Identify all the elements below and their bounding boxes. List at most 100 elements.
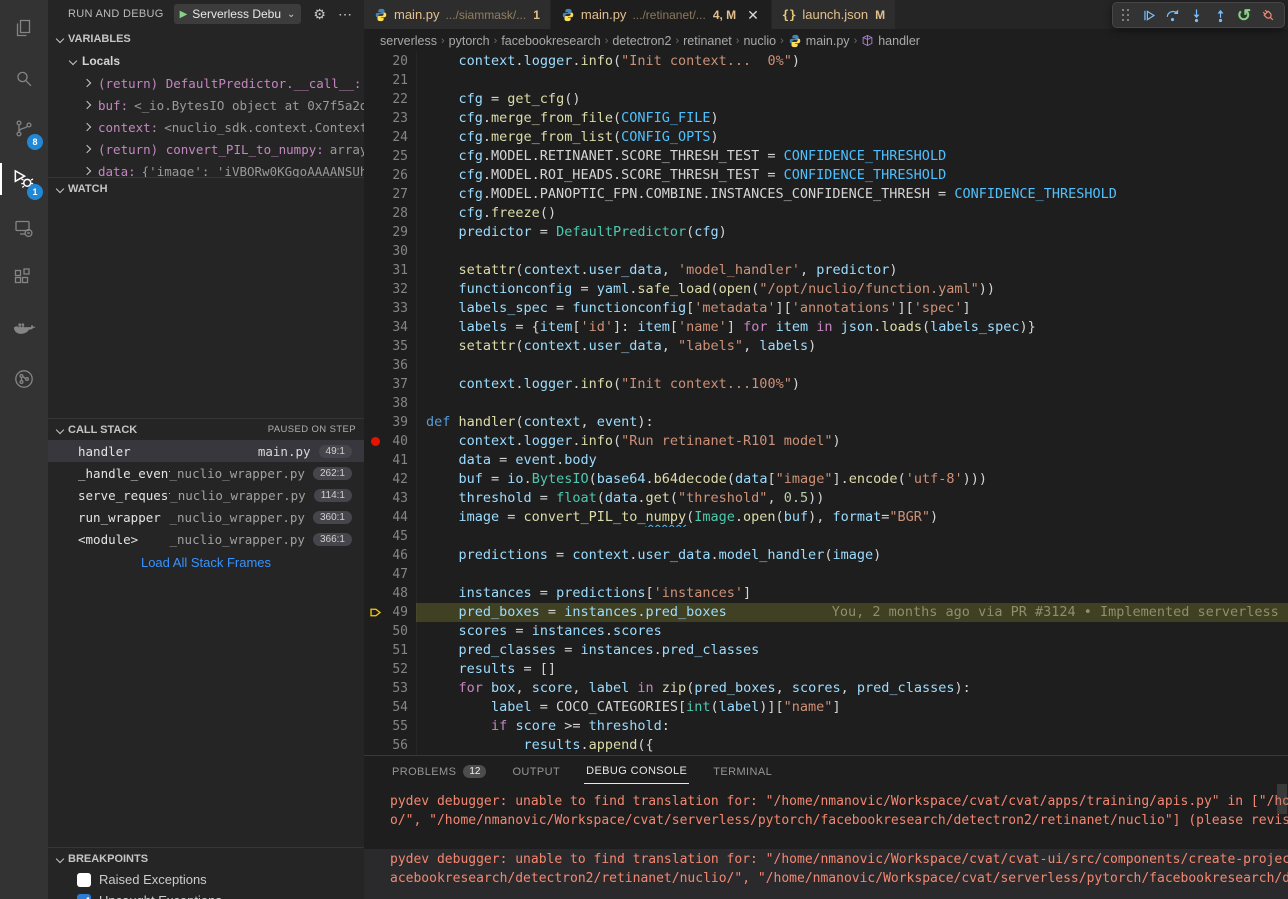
code-text[interactable]: results = [] <box>416 660 1288 679</box>
activity-item-run-and-debug[interactable]: 1 <box>0 154 48 204</box>
activity-item-remote-explorer[interactable] <box>0 204 48 254</box>
stack-frame-module[interactable]: <module>_nuclio_wrapper.py366:1 <box>48 528 364 550</box>
line-number[interactable]: 52 <box>386 660 408 679</box>
code-text[interactable]: cfg.MODEL.ROI_HEADS.SCORE_THRESH_TEST = … <box>416 166 1288 185</box>
gutter-glyph-margin[interactable] <box>364 660 386 679</box>
gutter-glyph-margin[interactable] <box>364 52 386 71</box>
line-number[interactable]: 55 <box>386 717 408 736</box>
variable-row[interactable]: (return) DefaultPredictor.__call__:{'ins… <box>48 72 364 94</box>
launch-config-dropdown[interactable]: ▶ Serverless Debu ⌄ <box>174 4 302 24</box>
code-line-29[interactable]: 29 predictor = DefaultPredictor(cfg) <box>364 223 1288 242</box>
activity-item-source-control[interactable]: 8 <box>0 104 48 154</box>
code-line-22[interactable]: 22 cfg = get_cfg() <box>364 90 1288 109</box>
code-editor[interactable]: 20 context.logger.info("Init context... … <box>364 52 1288 755</box>
code-text[interactable] <box>416 394 1288 413</box>
line-number[interactable]: 50 <box>386 622 408 641</box>
line-number[interactable]: 47 <box>386 565 408 584</box>
code-line-30[interactable]: 30 <box>364 242 1288 261</box>
variable-row[interactable]: context:<nuclio_sdk.context.Context obje… <box>48 116 364 138</box>
code-text[interactable]: predictions = context.user_data.model_ha… <box>416 546 1288 565</box>
code-text[interactable]: pred_classes = instances.pred_classes <box>416 641 1288 660</box>
more-actions-icon[interactable]: ⋯ <box>338 7 352 21</box>
code-line-36[interactable]: 36 <box>364 356 1288 375</box>
activity-item-explorer[interactable] <box>0 4 48 54</box>
gutter-glyph-margin[interactable] <box>364 546 386 565</box>
gutter-glyph-margin[interactable] <box>364 356 386 375</box>
step-into-button[interactable] <box>1184 3 1208 27</box>
stack-frame-run_wrapper[interactable]: run_wrapper_nuclio_wrapper.py360:1 <box>48 506 364 528</box>
panel-tab-problems[interactable]: PROBLEMS12 <box>390 759 488 784</box>
gutter-glyph-margin[interactable] <box>364 603 386 622</box>
breadcrumb-item-handler[interactable]: handler <box>861 34 920 48</box>
gutter-glyph-margin[interactable] <box>364 698 386 717</box>
line-number[interactable]: 26 <box>386 166 408 185</box>
stack-frame-handler[interactable]: handlermain.py49:1 <box>48 440 364 462</box>
code-text[interactable]: labels_spec = functionconfig['metadata']… <box>416 299 1288 318</box>
breadcrumb-item-pytorch[interactable]: pytorch <box>449 34 490 48</box>
gutter-glyph-margin[interactable] <box>364 527 386 546</box>
gutter-glyph-margin[interactable] <box>364 565 386 584</box>
line-number[interactable]: 48 <box>386 584 408 603</box>
code-text[interactable]: image = convert_PIL_to_numpy(Image.open(… <box>416 508 1288 527</box>
gutter-glyph-margin[interactable] <box>364 280 386 299</box>
gutter-glyph-margin[interactable] <box>364 584 386 603</box>
code-line-21[interactable]: 21 <box>364 71 1288 90</box>
breakpoint-row[interactable]: Uncaught Exceptions <box>48 890 364 899</box>
gutter-glyph-margin[interactable] <box>364 128 386 147</box>
line-number[interactable]: 39 <box>386 413 408 432</box>
line-number[interactable]: 24 <box>386 128 408 147</box>
line-number[interactable]: 46 <box>386 546 408 565</box>
code-line-35[interactable]: 35 setattr(context.user_data, "labels", … <box>364 337 1288 356</box>
gutter-glyph-margin[interactable] <box>364 147 386 166</box>
code-text[interactable] <box>416 565 1288 584</box>
code-line-43[interactable]: 43 threshold = float(data.get("threshold… <box>364 489 1288 508</box>
breadcrumb-item-serverless[interactable]: serverless <box>380 34 437 48</box>
panel-tab-output[interactable]: OUTPUT <box>510 760 562 784</box>
variable-row[interactable]: buf:<_io.BytesIO object at 0x7f5a2dc1ecc… <box>48 94 364 116</box>
code-line-49[interactable]: 49 pred_boxes = instances.pred_boxesYou,… <box>364 603 1288 622</box>
line-number[interactable]: 31 <box>386 261 408 280</box>
code-line-25[interactable]: 25 cfg.MODEL.RETINANET.SCORE_THRESH_TEST… <box>364 147 1288 166</box>
code-text[interactable] <box>416 242 1288 261</box>
gutter-glyph-margin[interactable] <box>364 394 386 413</box>
code-line-51[interactable]: 51 pred_classes = instances.pred_classes <box>364 641 1288 660</box>
editor-tab-launch.json[interactable]: {}launch.jsonM <box>772 0 896 29</box>
code-text[interactable]: cfg.merge_from_list(CONFIG_OPTS) <box>416 128 1288 147</box>
close-icon[interactable]: ✕ <box>745 7 761 23</box>
gutter-glyph-margin[interactable] <box>364 337 386 356</box>
code-line-54[interactable]: 54 label = COCO_CATEGORIES[int(label)]["… <box>364 698 1288 717</box>
gutter-glyph-margin[interactable] <box>364 261 386 280</box>
line-number[interactable]: 36 <box>386 356 408 375</box>
code-text[interactable]: if score >= threshold: <box>416 717 1288 736</box>
code-text[interactable]: def handler(context, event): <box>416 413 1288 432</box>
watch-section-header[interactable]: WATCH <box>48 177 364 199</box>
gutter-glyph-margin[interactable] <box>364 166 386 185</box>
code-text[interactable]: threshold = float(data.get("threshold", … <box>416 489 1288 508</box>
code-text[interactable]: scores = instances.scores <box>416 622 1288 641</box>
activity-item-search[interactable] <box>0 54 48 104</box>
variable-row[interactable]: (return) convert_PIL_to_numpy:array([[[ … <box>48 138 364 160</box>
breakpoint-icon[interactable] <box>371 437 380 446</box>
code-text[interactable]: functionconfig = yaml.safe_load(open("/o… <box>416 280 1288 299</box>
code-text[interactable]: predictor = DefaultPredictor(cfg) <box>416 223 1288 242</box>
code-line-32[interactable]: 32 functionconfig = yaml.safe_load(open(… <box>364 280 1288 299</box>
locals-scope[interactable]: Locals <box>48 50 364 72</box>
code-line-40[interactable]: 40 context.logger.info("Run retinanet-R1… <box>364 432 1288 451</box>
code-text[interactable]: cfg.MODEL.RETINANET.SCORE_THRESH_TEST = … <box>416 147 1288 166</box>
panel-tab-debug-console[interactable]: DEBUG CONSOLE <box>584 759 689 784</box>
load-all-stack-frames-link[interactable]: Load All Stack Frames <box>48 550 364 574</box>
code-line-23[interactable]: 23 cfg.merge_from_file(CONFIG_FILE) <box>364 109 1288 128</box>
line-number[interactable]: 40 <box>386 432 408 451</box>
line-number[interactable]: 42 <box>386 470 408 489</box>
gutter-glyph-margin[interactable] <box>364 717 386 736</box>
code-line-46[interactable]: 46 predictions = context.user_data.model… <box>364 546 1288 565</box>
code-line-38[interactable]: 38 <box>364 394 1288 413</box>
breadcrumb-item-detectron2[interactable]: detectron2 <box>612 34 671 48</box>
code-text[interactable]: label = COCO_CATEGORIES[int(label)]["nam… <box>416 698 1288 717</box>
stack-frame-serve_requests[interactable]: serve_requests_nuclio_wrapper.py114:1 <box>48 484 364 506</box>
step-over-button[interactable] <box>1160 3 1184 27</box>
checkbox-unchecked[interactable] <box>77 873 91 887</box>
code-line-27[interactable]: 27 cfg.MODEL.PANOPTIC_FPN.COMBINE.INSTAN… <box>364 185 1288 204</box>
code-line-24[interactable]: 24 cfg.merge_from_list(CONFIG_OPTS) <box>364 128 1288 147</box>
code-line-41[interactable]: 41 data = event.body <box>364 451 1288 470</box>
